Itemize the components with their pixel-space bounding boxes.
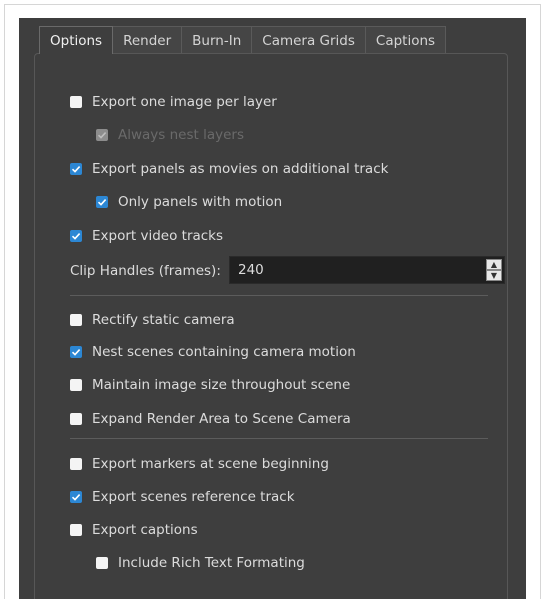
export-scenes-reference-checkbox[interactable] <box>70 491 82 503</box>
export-panels-as-movies-checkbox[interactable] <box>70 163 82 175</box>
only-panels-with-motion-option[interactable]: Only panels with motion <box>96 192 282 212</box>
arrow-up-icon[interactable]: ▲ <box>486 259 502 270</box>
only-panels-with-motion-label: Only panels with motion <box>118 194 283 210</box>
spin-buttons: ▲ ▼ <box>486 259 502 281</box>
nest-scenes-camera-motion-checkbox[interactable] <box>70 346 82 358</box>
maintain-image-size-option[interactable]: Maintain image size throughout scene <box>70 375 350 395</box>
checkmark-icon <box>71 349 81 356</box>
include-rich-text-checkbox[interactable] <box>96 557 108 569</box>
always-nest-layers-label: Always nest layers <box>118 127 244 143</box>
checkmark-icon <box>71 233 81 240</box>
export-captions-label: Export captions <box>92 522 198 538</box>
export-markers-label: Export markers at scene beginning <box>92 456 329 472</box>
divider <box>70 295 488 296</box>
rectify-static-camera-checkbox[interactable] <box>70 314 82 326</box>
checkmark-icon <box>71 494 81 501</box>
export-markers-option[interactable]: Export markers at scene beginning <box>70 454 329 474</box>
export-panels-as-movies-option[interactable]: Export panels as movies on additional tr… <box>70 159 388 179</box>
clip-handles-spinbox[interactable]: 240 ▲ ▼ <box>229 256 505 284</box>
tab-burn-in[interactable]: Burn-In <box>181 26 253 54</box>
checkmark-icon <box>97 199 107 206</box>
always-nest-layers-checkbox <box>96 129 108 141</box>
export-video-tracks-checkbox[interactable] <box>70 230 82 242</box>
tab-bar: Options Render Burn-In Camera Grids Capt… <box>39 26 447 54</box>
export-video-tracks-label: Export video tracks <box>92 228 224 244</box>
export-one-image-per-layer-option[interactable]: Export one image per layer <box>70 92 277 112</box>
clip-handles-value[interactable]: 240 <box>238 257 264 283</box>
include-rich-text-label: Include Rich Text Formating <box>118 555 305 571</box>
always-nest-layers-option: Always nest layers <box>96 125 244 145</box>
clip-handles-label: Clip Handles (frames): <box>70 263 221 279</box>
tab-options[interactable]: Options <box>39 26 114 54</box>
export-captions-checkbox[interactable] <box>70 524 82 536</box>
expand-render-area-label: Expand Render Area to Scene Camera <box>92 411 351 427</box>
nest-scenes-camera-motion-label: Nest scenes containing camera motion <box>92 344 356 360</box>
export-captions-option[interactable]: Export captions <box>70 520 198 540</box>
export-panels-as-movies-label: Export panels as movies on additional tr… <box>92 161 389 177</box>
checkmark-icon <box>71 166 81 173</box>
export-scenes-reference-label: Export scenes reference track <box>92 489 295 505</box>
export-scenes-reference-option[interactable]: Export scenes reference track <box>70 487 295 507</box>
checkmark-icon <box>97 132 107 139</box>
expand-render-area-option[interactable]: Expand Render Area to Scene Camera <box>70 409 351 429</box>
maintain-image-size-checkbox[interactable] <box>70 379 82 391</box>
export-markers-checkbox[interactable] <box>70 458 82 470</box>
export-one-image-per-layer-checkbox[interactable] <box>70 96 82 108</box>
arrow-down-icon[interactable]: ▼ <box>486 270 502 281</box>
export-one-image-per-layer-label: Export one image per layer <box>92 94 277 110</box>
rectify-static-camera-option[interactable]: Rectify static camera <box>70 310 235 330</box>
nest-scenes-camera-motion-option[interactable]: Nest scenes containing camera motion <box>70 342 356 362</box>
include-rich-text-option[interactable]: Include Rich Text Formating <box>96 553 305 573</box>
export-video-tracks-option[interactable]: Export video tracks <box>70 226 223 246</box>
tab-camera-grids[interactable]: Camera Grids <box>251 26 366 54</box>
only-panels-with-motion-checkbox[interactable] <box>96 196 108 208</box>
divider <box>70 438 488 439</box>
tab-render[interactable]: Render <box>112 26 183 54</box>
rectify-static-camera-label: Rectify static camera <box>92 312 235 328</box>
maintain-image-size-label: Maintain image size throughout scene <box>92 377 351 393</box>
tab-captions[interactable]: Captions <box>364 26 447 54</box>
expand-render-area-checkbox[interactable] <box>70 413 82 425</box>
